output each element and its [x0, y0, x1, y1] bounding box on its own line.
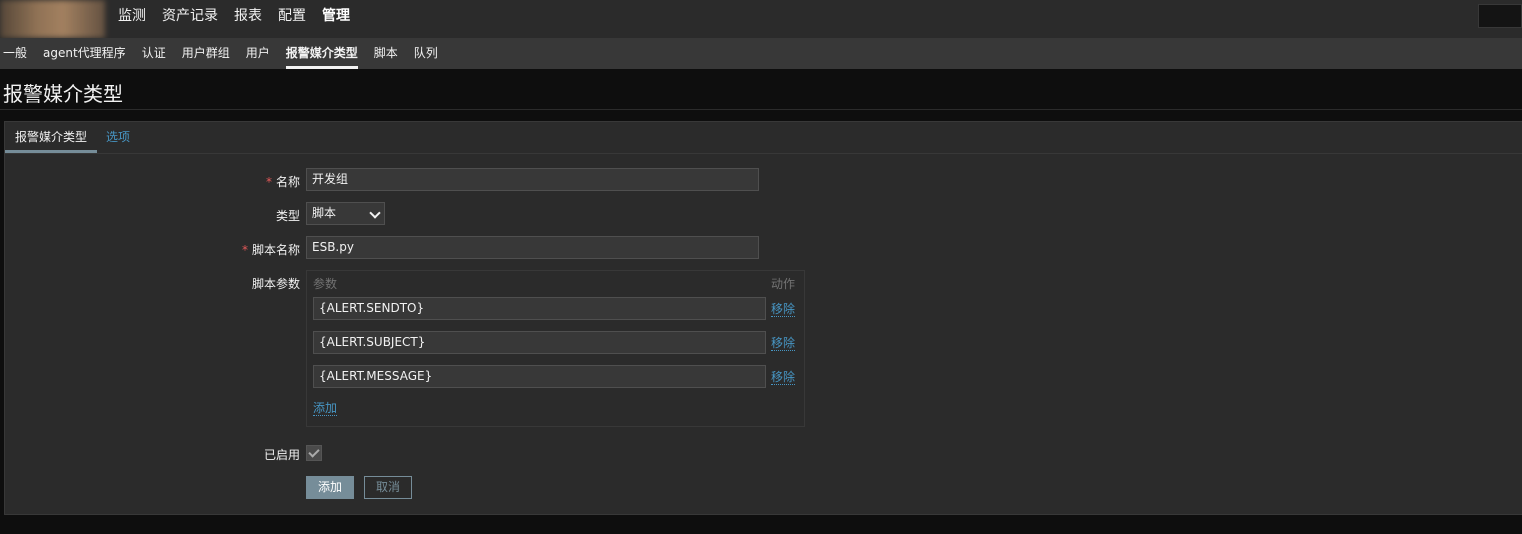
enabled-checkbox[interactable]	[306, 445, 322, 461]
subnav-item-proxies[interactable]: agent代理程序	[35, 38, 134, 69]
remove-param-link[interactable]: 移除	[771, 302, 796, 317]
add-param-link[interactable]: 添加	[313, 401, 338, 416]
main-nav: 监测 资产记录 报表 配置 管理	[110, 0, 358, 36]
subnav-item-scripts[interactable]: 脚本	[366, 38, 406, 69]
tab-media-type[interactable]: 报警媒介类型	[5, 122, 98, 153]
subnav-item-user-groups[interactable]: 用户群组	[174, 38, 238, 69]
form-panel: 报警媒介类型 选项 * 名称 开发组 类型 脚本 * 脚本名称 ESB.py 脚本参…	[4, 121, 1522, 515]
subnav-item-authentication[interactable]: 认证	[134, 38, 174, 69]
nav-item-inventory[interactable]: 资产记录	[154, 0, 226, 36]
action-column-header: 动作	[771, 277, 796, 291]
remove-param-link[interactable]: 移除	[771, 336, 796, 351]
type-select[interactable]: 脚本	[306, 202, 385, 225]
type-select-value: 脚本	[312, 206, 337, 220]
name-label: * 名称	[265, 175, 300, 189]
subnav-item-users[interactable]: 用户	[238, 38, 278, 69]
remove-param-link[interactable]: 移除	[771, 370, 796, 385]
subnav-item-queue[interactable]: 队列	[406, 38, 446, 69]
name-field[interactable]: 开发组	[306, 168, 759, 191]
nav-item-configuration[interactable]: 配置	[270, 0, 314, 36]
nav-item-administration[interactable]: 管理	[314, 0, 358, 36]
required-mark: *	[265, 175, 272, 189]
script-name-label: * 脚本名称	[241, 243, 300, 257]
page-title: 报警媒介类型	[3, 82, 123, 106]
search-input[interactable]	[1478, 4, 1522, 28]
type-label: 类型	[275, 209, 300, 223]
param-field[interactable]: {ALERT.SUBJECT}	[313, 331, 766, 354]
param-field[interactable]: {ALERT.MESSAGE}	[313, 365, 766, 388]
subnav-item-media-types[interactable]: 报警媒介类型	[278, 38, 366, 69]
tab-options[interactable]: 选项	[106, 122, 130, 153]
add-button[interactable]: 添加	[306, 476, 354, 499]
enabled-label: 已启用	[263, 448, 300, 462]
cancel-button[interactable]: 取消	[364, 476, 412, 499]
subnav-item-general[interactable]: 一般	[0, 38, 35, 69]
nav-item-reports[interactable]: 报表	[226, 0, 270, 36]
logo[interactable]	[0, 0, 105, 38]
required-mark: *	[241, 243, 248, 257]
script-name-field[interactable]: ESB.py	[306, 236, 759, 259]
params-column-header: 参数	[313, 277, 338, 291]
chevron-down-icon	[369, 207, 381, 219]
script-params-table: 参数 动作 {ALERT.SENDTO} 移除 {ALERT.SUBJECT} …	[306, 270, 805, 427]
top-bar: 监测 资产记录 报表 配置 管理	[0, 0, 1522, 38]
sub-nav: 一般 agent代理程序 认证 用户群组 用户 报警媒介类型 脚本 队列	[0, 38, 1522, 69]
nav-item-monitoring[interactable]: 监测	[110, 0, 154, 36]
divider	[0, 109, 1522, 110]
script-params-label: 脚本参数	[251, 277, 300, 291]
param-field[interactable]: {ALERT.SENDTO}	[313, 297, 766, 320]
tab-bar: 报警媒介类型 选项	[5, 122, 1522, 154]
checkmark-icon	[308, 446, 320, 458]
